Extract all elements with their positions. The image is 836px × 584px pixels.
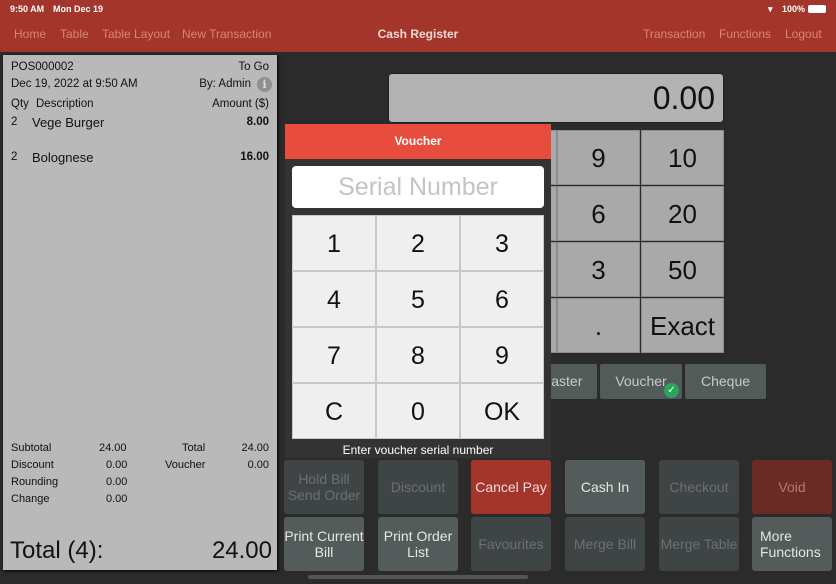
total-value: 24.00: [241, 442, 269, 454]
key-6[interactable]: 6: [460, 271, 544, 327]
voucher-value: 0.00: [247, 459, 269, 471]
description-header: Description: [36, 98, 94, 110]
item-amount: 8.00: [246, 116, 269, 128]
subtotal-value: 24.00: [99, 442, 127, 454]
battery-icon: [808, 5, 826, 13]
grand-total-label: Total (4):: [10, 537, 104, 564]
discount-button[interactable]: Discount: [378, 460, 458, 514]
key-1[interactable]: 1: [292, 215, 376, 271]
serial-number-input[interactable]: [292, 166, 544, 208]
page-title: Cash Register: [377, 27, 459, 41]
key-0[interactable]: 0: [376, 383, 460, 439]
popup-hint: Enter voucher serial number: [342, 443, 494, 457]
change-value: 0.00: [106, 493, 128, 505]
keypad-key[interactable]: 3: [557, 242, 640, 297]
rounding-label: Rounding: [11, 476, 59, 488]
amount-header: Amount ($): [212, 98, 269, 110]
payment-voucher-button[interactable]: Voucher ✓: [600, 364, 682, 399]
cash-in-button[interactable]: Cash In: [565, 460, 645, 514]
key-7[interactable]: 7: [292, 327, 376, 383]
item-description: Bolognese: [32, 150, 94, 165]
info-icon[interactable]: i: [257, 77, 272, 92]
hold-bill-button[interactable]: Hold Bill Send Order: [284, 460, 364, 514]
keypad-key[interactable]: 6: [557, 186, 640, 241]
voucher-label: Voucher: [165, 459, 206, 471]
change-label: Change: [11, 493, 50, 505]
discount-value: 0.00: [106, 459, 128, 471]
popup-title: Voucher: [285, 124, 551, 159]
status-time: 9:50 AM: [10, 4, 45, 14]
checkout-button[interactable]: Checkout: [659, 460, 739, 514]
void-button[interactable]: Void: [752, 460, 832, 514]
key-clear[interactable]: C: [292, 383, 376, 439]
list-item[interactable]: 2 Vege Burger 8.00: [3, 115, 277, 135]
voucher-popup: Voucher 1 2 3 4 5 6 7 8 9 C 0 OK Enter v…: [285, 124, 551, 458]
merge-bill-button[interactable]: Merge Bill: [565, 517, 645, 571]
grand-total-value: 24.00: [211, 537, 272, 564]
nav-transaction[interactable]: Transaction: [643, 27, 705, 41]
keypad-key[interactable]: 50: [641, 242, 724, 297]
home-indicator[interactable]: [308, 575, 528, 579]
subtotal-label: Subtotal: [11, 442, 52, 454]
more-functions-button[interactable]: More Functions: [752, 517, 832, 571]
key-3[interactable]: 3: [460, 215, 544, 271]
rounding-value: 0.00: [106, 476, 128, 488]
keypad-key[interactable]: .: [557, 298, 640, 353]
keypad-key[interactable]: Exact: [641, 298, 724, 353]
item-qty: 2: [11, 116, 18, 128]
key-5[interactable]: 5: [376, 271, 460, 327]
keypad-key[interactable]: 9: [557, 130, 640, 185]
key-9[interactable]: 9: [460, 327, 544, 383]
wifi-icon: ▾: [768, 4, 773, 14]
print-order-list-button[interactable]: Print Order List: [378, 517, 458, 571]
top-bar: 9:50 AM Mon Dec 19 ▾ 100% Home Table Tab…: [0, 0, 836, 52]
payment-cheque-button[interactable]: Cheque: [685, 364, 766, 399]
order-type: To Go: [238, 61, 269, 73]
list-item[interactable]: 2 Bolognese 16.00: [3, 150, 277, 170]
print-current-bill-button[interactable]: Print Current Bill: [284, 517, 364, 571]
key-ok[interactable]: OK: [460, 383, 544, 439]
keypad-key[interactable]: 10: [641, 130, 724, 185]
nav-logout[interactable]: Logout: [785, 27, 822, 41]
nav-functions[interactable]: Functions: [719, 27, 771, 41]
amount-display: 0.00: [388, 73, 724, 123]
keypad-key[interactable]: 20: [641, 186, 724, 241]
total-label: Total: [182, 442, 206, 454]
payment-voucher-label: Voucher: [615, 373, 667, 389]
check-icon: ✓: [664, 383, 679, 398]
merge-table-button[interactable]: Merge Table: [659, 517, 739, 571]
key-8[interactable]: 8: [376, 327, 460, 383]
receipt-by: By: Admin: [199, 78, 251, 90]
item-qty: 2: [11, 151, 18, 163]
receipt-number: POS000002: [11, 61, 74, 73]
qty-header: Qty: [11, 98, 29, 110]
key-4[interactable]: 4: [292, 271, 376, 327]
cancel-pay-button[interactable]: Cancel Pay: [471, 460, 551, 514]
status-date: Mon Dec 19: [53, 4, 104, 14]
item-description: Vege Burger: [32, 115, 105, 130]
receipt-panel: POS000002 To Go Dec 19, 2022 at 9:50 AM …: [3, 55, 277, 570]
battery-text: 100%: [782, 4, 806, 14]
discount-label: Discount: [11, 459, 54, 471]
key-2[interactable]: 2: [376, 215, 460, 271]
favourites-button[interactable]: Favourites: [471, 517, 551, 571]
item-amount: 16.00: [240, 151, 269, 163]
receipt-datetime: Dec 19, 2022 at 9:50 AM: [11, 78, 138, 90]
